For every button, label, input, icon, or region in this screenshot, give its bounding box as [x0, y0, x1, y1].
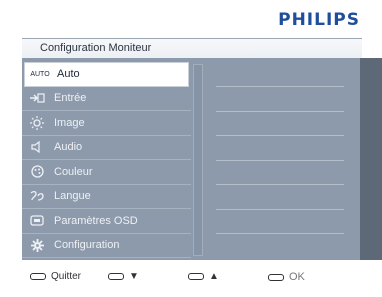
menu-item-label: Audio [54, 141, 83, 154]
osd-title-bar: Configuration Moniteur [22, 38, 362, 60]
brightness-icon [24, 115, 50, 130]
menu-item-label: Langue [54, 190, 91, 203]
input-icon [24, 93, 50, 103]
menu-item-osd[interactable]: Paramètres OSD [22, 209, 191, 234]
button-icon [268, 273, 284, 281]
osd-icon [24, 215, 50, 226]
menu-item-entree[interactable]: Entrée [22, 87, 191, 111]
menu-item-auto[interactable]: AUTO Auto [24, 62, 189, 87]
up-arrow-icon: ▲ [209, 271, 219, 282]
button-guide: Quitter ▼ ▲ OK [22, 268, 362, 290]
language-icon [24, 190, 50, 202]
ok-button[interactable]: OK [268, 271, 305, 283]
submenu-divider [216, 184, 344, 185]
page-title: Configuration Moniteur [40, 42, 152, 54]
up-button[interactable]: ▲ [188, 271, 219, 282]
menu-item-configuration[interactable]: Configuration [22, 234, 191, 258]
gear-icon [24, 238, 50, 252]
ok-label: OK [289, 271, 305, 283]
osd-window: PHILIPS Configuration Moniteur AUTO Auto… [0, 0, 382, 297]
quit-label: Quitter [51, 271, 82, 282]
button-icon [30, 273, 46, 280]
menu-scrollbar[interactable] [193, 64, 203, 256]
quit-button[interactable]: Quitter [30, 271, 81, 282]
speaker-icon [24, 141, 50, 154]
side-strip [360, 58, 382, 260]
menu-item-label: Image [54, 116, 85, 129]
auto-icon: AUTO [30, 70, 50, 78]
down-button[interactable]: ▼ [108, 271, 139, 282]
menu-item-audio[interactable]: Audio [22, 136, 191, 160]
submenu-divider [216, 160, 344, 161]
menu-item-label: Entrée [54, 92, 87, 105]
menu-item-label: Auto [57, 68, 80, 81]
submenu-divider [216, 111, 344, 112]
button-icon [108, 273, 124, 280]
down-arrow-icon: ▼ [129, 271, 139, 282]
main-menu: AUTO Auto Entrée Image Audio Couleur Lan… [22, 62, 191, 258]
menu-item-image[interactable]: Image [22, 111, 191, 136]
submenu-divider [216, 209, 344, 210]
submenu-area [208, 62, 362, 258]
brand-logo: PHILIPS [278, 10, 360, 30]
menu-item-langue[interactable]: Langue [22, 185, 191, 209]
menu-item-label: Configuration [54, 239, 120, 252]
color-wheel-icon [24, 165, 50, 178]
submenu-divider [216, 86, 344, 87]
menu-item-label: Paramètres OSD [54, 214, 138, 227]
submenu-divider [216, 135, 344, 136]
button-icon [188, 273, 204, 280]
osd-panel: AUTO Auto Entrée Image Audio Couleur Lan… [22, 58, 382, 260]
menu-item-label: Couleur [54, 165, 93, 178]
menu-item-couleur[interactable]: Couleur [22, 160, 191, 185]
submenu-divider [216, 233, 344, 234]
